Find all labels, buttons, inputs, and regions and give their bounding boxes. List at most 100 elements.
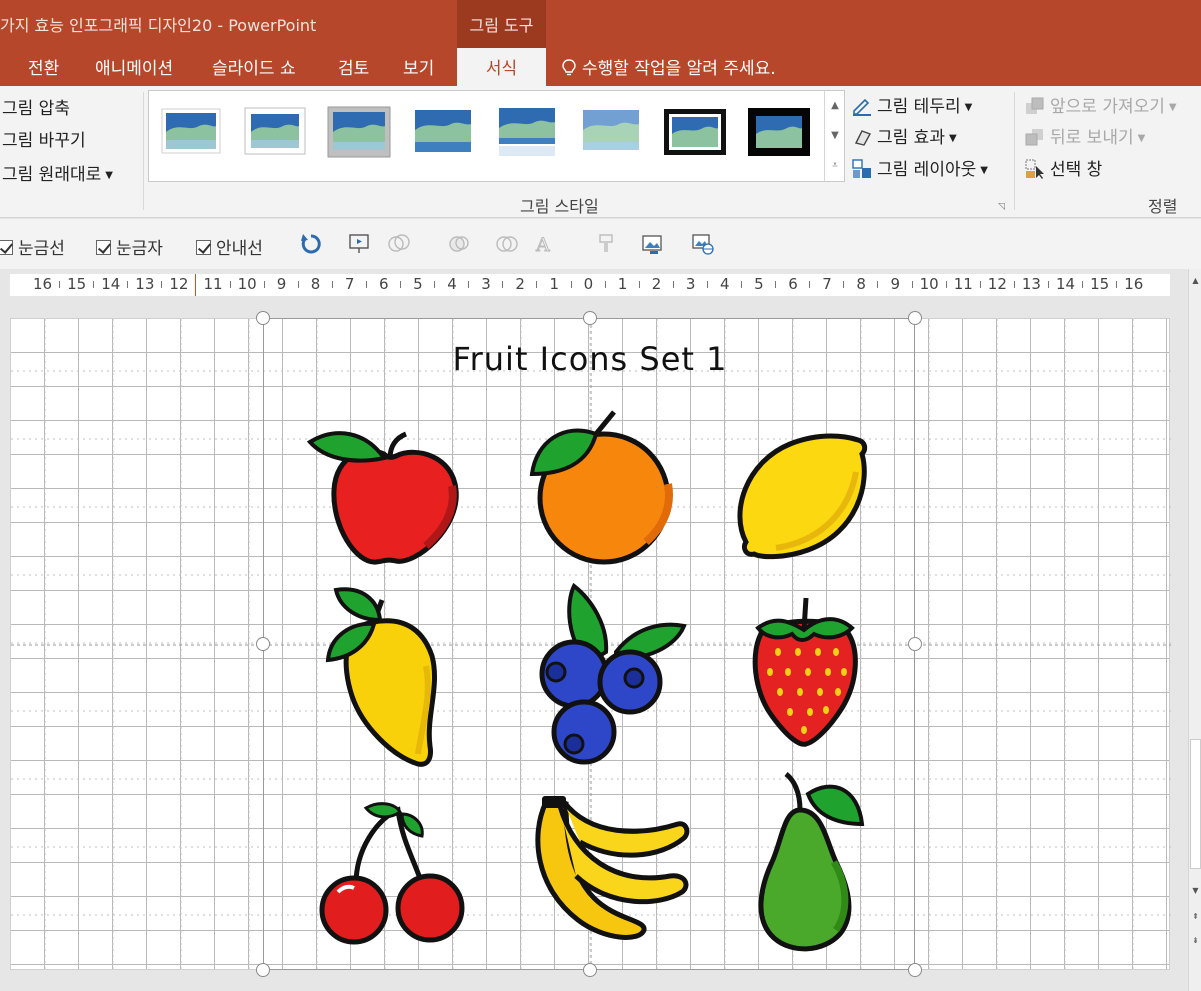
ruler-tick [706,281,708,288]
checkbox-checked-icon [0,240,13,255]
compress-pictures-button[interactable]: 그림 압축 [2,94,70,119]
ruler-tick-label: 6 [788,275,798,293]
resize-handle-top[interactable] [583,311,597,325]
next-slide-icon[interactable]: ⇟ [1189,933,1201,949]
chevron-down-icon: ▼ [1137,133,1146,144]
ruler-tick-label: 5 [413,275,423,293]
gridlines-checkbox[interactable]: 눈금선 [0,234,65,259]
shape-combine-icon[interactable] [446,231,472,257]
ruler-tick [638,281,640,288]
bring-forward-icon [1026,97,1044,114]
ruler-tick [979,281,981,288]
bring-forward-label: 앞으로 가져오기 [1050,97,1165,117]
pen-icon [853,98,871,116]
scrollbar-thumb[interactable] [1190,739,1201,869]
picture-style-thumb[interactable] [663,106,727,158]
resize-handle-bottom-left[interactable] [256,963,270,977]
chevron-down-icon: ▼ [948,133,957,144]
ruler-tick-label: 16 [1124,275,1144,293]
tab-view[interactable]: 보기 [403,54,434,79]
ruler-tick [502,281,504,288]
picture-effects-button[interactable]: 그림 효과 ▼ [851,123,957,148]
ruler-tick [59,281,61,288]
picture-border-button[interactable]: 그림 테두리 ▼ [851,92,972,117]
ruler-tick [365,281,367,288]
rotate-icon[interactable] [298,231,324,257]
ruler-tick-label: 7 [344,275,355,293]
picture-style-thumb[interactable] [411,106,475,158]
ruler-tick [1116,281,1118,288]
resize-handle-bottom-right[interactable] [908,963,922,977]
ruler-tick [127,281,129,288]
scroll-down-arrow-icon[interactable]: ▼ [1189,883,1201,899]
chevron-down-icon: ▼ [105,170,113,181]
picture-selection-frame[interactable] [263,318,915,970]
picture-style-thumb[interactable] [579,106,643,158]
ruler-tick [604,281,606,288]
ruler-tick-label: 11 [953,275,973,293]
ribbon-tabs: 전환 애니메이션 슬라이드 쇼 검토 보기 서식 수행할 작업을 알려 주세요. [0,48,1201,86]
ruler-tick [1082,281,1084,288]
tab-transitions[interactable]: 전환 [28,54,59,79]
send-backward-button[interactable]: 뒤로 보내기 ▼ [1024,123,1145,148]
resize-handle-top-right[interactable] [908,311,922,325]
ruler-tick [877,281,879,288]
picture-style-thumb[interactable] [747,106,811,158]
picture-styles-group-label: 그림 스타일 [520,197,599,216]
picture-style-thumb[interactable] [327,106,391,158]
picture-layout-button[interactable]: 그림 레이아웃 ▼ [851,155,988,180]
picture-style-thumb[interactable] [159,106,223,158]
tell-me-box[interactable]: 수행할 작업을 알려 주세요. [562,54,776,79]
ruler-cursor-marker [195,274,197,296]
ruler-tick-label: 14 [1056,275,1076,293]
ruler-tick-label: 1 [549,275,560,293]
ruler-tick-label: 10 [919,275,939,293]
ruler-tick-label: 8 [856,275,866,293]
gridlines-label: 눈금선 [18,239,65,259]
ruler-tick-label: 4 [720,275,730,293]
effects-icon [854,130,872,146]
ruler-tick-label: 15 [67,275,87,293]
ruler-tick-label: 2 [651,275,662,293]
bring-forward-button[interactable]: 앞으로 가져오기 ▼ [1024,92,1177,117]
insert-picture-icon[interactable] [640,231,666,257]
ruler-tick [468,281,470,288]
resize-handle-top-left[interactable] [256,311,270,325]
gallery-up-button[interactable]: ▲ [825,91,845,121]
resize-handle-left[interactable] [256,637,270,651]
ruler-tick [911,281,913,288]
ruler-tick [263,281,265,288]
scroll-up-arrow-icon[interactable]: ▲ [1189,273,1201,289]
change-picture-button[interactable]: 그림 바꾸기 [2,126,86,151]
vertical-scrollbar[interactable]: ▲ ▼ ⇞ ⇟ [1188,269,1201,991]
ruler-tick [434,281,436,288]
picture-style-thumb[interactable] [243,106,307,158]
window-title: 가지 효능 인포그래픽 디자인20 - PowerPoint [0,16,317,35]
picture-style-thumb[interactable] [495,106,559,158]
selection-pane-button[interactable]: 선택 창 [1024,155,1102,180]
slideshow-from-here-icon[interactable] [346,231,372,257]
resize-handle-right[interactable] [908,637,922,651]
ruler-tick-label: 16 [33,275,53,293]
tab-animations[interactable]: 애니메이션 [95,54,173,79]
ruler-checkbox[interactable]: 눈금자 [96,234,163,259]
tab-review[interactable]: 검토 [338,54,369,79]
chevron-down-icon: ▼ [980,165,988,176]
quick-view-toolbar: 눈금선 눈금자 안내선 A [0,219,1201,269]
gallery-down-button[interactable]: ▼ [825,121,845,151]
ruler-tick-label: 8 [310,275,321,293]
text-effects-icon[interactable]: A [532,231,558,257]
dialog-launcher-icon[interactable]: ◹ [998,202,1008,212]
ruler-tick-label: 1 [617,275,628,293]
guides-checkbox[interactable]: 안내선 [196,234,263,259]
online-picture-icon[interactable] [690,231,716,257]
previous-slide-icon[interactable]: ⇞ [1189,909,1201,925]
reset-picture-button[interactable]: 그림 원래대로 ▼ [2,160,113,185]
tab-slideshow[interactable]: 슬라이드 쇼 [212,54,296,79]
shape-intersect-icon[interactable] [494,231,520,257]
gallery-more-button[interactable]: ⩡ [825,151,845,181]
tab-format[interactable]: 서식 [457,48,546,86]
format-painter-icon[interactable] [594,231,620,257]
resize-handle-bottom[interactable] [583,963,597,977]
shape-union-icon[interactable] [386,231,412,257]
